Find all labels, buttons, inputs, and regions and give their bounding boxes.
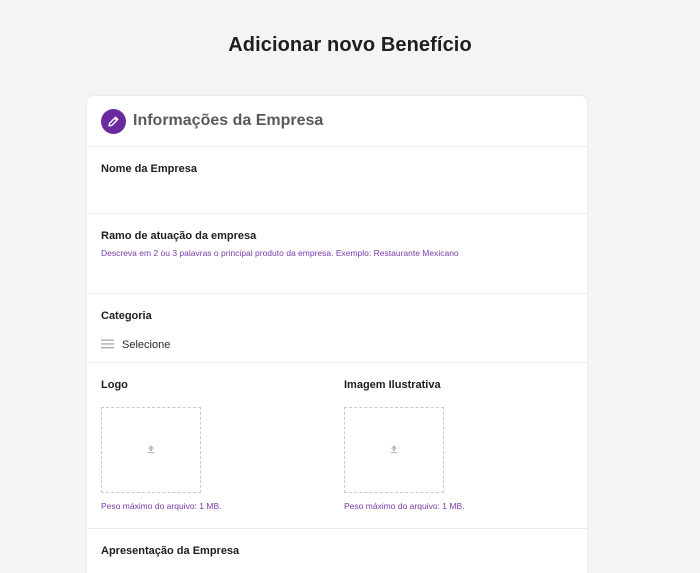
category-select-value: Selecione [122, 339, 171, 351]
business-area-field[interactable]: Ramo de atuação da empresa Descreva em 2… [87, 214, 587, 294]
company-presentation-field[interactable]: Apresentação da Empresa [87, 529, 587, 573]
company-name-field[interactable]: Nome da Empresa [87, 147, 587, 214]
pencil-icon [101, 108, 126, 134]
card-title: Informações da Empresa [133, 112, 324, 129]
business-area-label: Ramo de atuação da empresa [101, 230, 257, 242]
upload-icon [146, 441, 156, 459]
category-select[interactable]: Selecione [101, 336, 221, 354]
card-header: Informações da Empresa [87, 96, 587, 147]
illustrative-image-field: Imagem Ilustrativa Peso máximo do arquiv… [344, 379, 587, 528]
category-label: Categoria [101, 310, 152, 322]
logo-upload-dropzone[interactable] [101, 407, 201, 493]
page-title: Adicionar novo Benefício [228, 34, 472, 56]
images-row: Logo Peso máximo do arquivo: 1 MB. Image… [87, 363, 587, 529]
category-field: Categoria Selecione [87, 294, 587, 363]
logo-field: Logo Peso máximo do arquivo: 1 MB. [101, 379, 344, 528]
illustrative-image-upload-dropzone[interactable] [344, 407, 444, 493]
logo-label: Logo [101, 379, 128, 391]
company-name-label: Nome da Empresa [101, 163, 197, 175]
menu-lines-icon [101, 336, 114, 354]
company-info-card: Informações da Empresa Nome da Empresa R… [87, 96, 587, 573]
logo-size-hint: Peso máximo do arquivo: 1 MB. [101, 501, 222, 511]
illustrative-image-size-hint: Peso máximo do arquivo: 1 MB. [344, 501, 465, 511]
business-area-hint: Descreva em 2 ou 3 palavras o principal … [101, 248, 459, 258]
illustrative-image-label: Imagem Ilustrativa [344, 379, 441, 391]
upload-icon [389, 441, 399, 459]
company-presentation-label: Apresentação da Empresa [101, 545, 240, 557]
